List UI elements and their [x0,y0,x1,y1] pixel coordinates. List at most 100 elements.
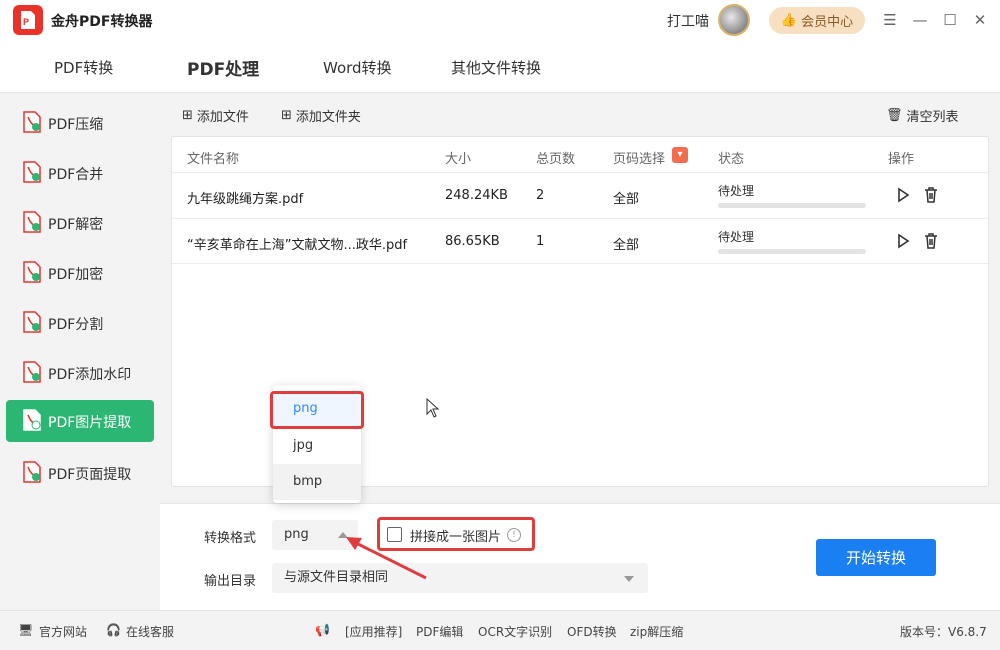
header-name: 文件名称 [187,152,240,167]
delete-icon[interactable] [922,232,940,250]
file-pages: 2 [536,188,545,203]
add-file-button[interactable]: ⊞ 添加文件 [182,106,249,125]
add-file-icon: ⊞ [182,108,193,123]
file-name: “辛亥革命在上海”文献文物...政华.pdf [187,238,408,253]
chevron-down-icon [624,576,634,582]
vip-center-label: 会员中心 [801,15,854,30]
sidebar-item-label: PDF加密 [48,267,104,283]
menu-icon[interactable]: ☰ [880,10,900,30]
file-size: 86.65KB [445,234,500,249]
sidebar-item-label: PDF添加水印 [48,367,132,383]
sidebar-item-label: PDF合并 [48,167,104,183]
vip-crown-icon: ▾ [672,147,688,163]
add-folder-icon: ⊞ [281,108,292,123]
version-label: 版本号：V6.8.7 [900,625,987,639]
sidebar-item-merge[interactable]: PDF合并 [6,152,154,194]
tab-other-convert[interactable]: 其他文件转换 [451,57,541,78]
pdf-icon [23,161,41,183]
status-text: 待处理 [718,184,755,198]
headset-icon: 🎧 [106,623,121,637]
sidebar-item-label: PDF解密 [48,217,104,233]
tab-pdf-process[interactable]: PDF处理 [187,55,260,84]
pdf-icon [23,111,41,133]
mouse-cursor-icon [426,398,440,418]
progress-bar [718,249,866,254]
vip-center-button[interactable]: 👍 会员中心 [769,7,865,34]
tab-pdf-convert[interactable]: PDF转换 [54,57,113,78]
output-label: 输出目录 [204,574,257,589]
megaphone-icon: 📢 [315,623,330,637]
app-logo: P [13,5,43,35]
app-recommend-label: [应用推荐] [345,625,403,639]
play-icon[interactable] [894,232,912,250]
page-select[interactable]: 全部 [613,188,639,207]
zip-link[interactable]: zip解压缩 [630,623,683,640]
pdf-icon [23,461,41,483]
trash-icon: 🗑 [886,108,903,123]
table-row[interactable]: 九年级跳绳方案.pdf 248.24KB 2 全部 待处理 [172,172,988,218]
clear-list-button[interactable]: 🗑 清空列表 [886,106,959,125]
status-text: 待处理 [718,230,755,244]
online-support-link[interactable]: 在线客服 [126,623,174,640]
sidebar-item-image-extract[interactable]: PDF图片提取 [6,400,154,442]
format-label: 转换格式 [204,531,257,546]
maximize-icon[interactable]: ☐ [940,10,960,30]
format-value: png [284,527,309,542]
header-size: 大小 [445,152,472,167]
file-pages: 1 [536,234,545,249]
pdf-icon [23,211,41,233]
status-bar: 🖥 官方网站 🎧 在线客服 📢 [应用推荐] PDF编辑 OCR文字识别 OFD… [0,610,1000,650]
options-panel: 转换格式 png 拼接成一张图片 ! 输出目录 与源文件目录相同 开始转换 [160,503,1000,610]
ofd-convert-link[interactable]: OFD转换 [567,623,617,640]
sidebar-item-split[interactable]: PDF分割 [6,302,154,344]
thumbs-up-icon: 👍 [780,13,798,28]
svg-text:P: P [23,17,29,27]
sidebar-item-decrypt[interactable]: PDF解密 [6,202,154,244]
add-folder-button[interactable]: ⊞ 添加文件夹 [281,106,361,125]
add-file-label: 添加文件 [196,110,249,125]
header-page-select: 页码选择 [613,152,666,167]
sidebar-item-label: PDF压缩 [48,117,104,133]
pdf-icon [23,311,41,333]
app-title: 金舟PDF转换器 [51,14,153,30]
monitor-icon: 🖥 [18,623,34,637]
add-folder-label: 添加文件夹 [295,110,361,125]
minimize-icon[interactable]: — [910,10,930,30]
info-icon[interactable]: ! [507,528,521,542]
tab-word-convert[interactable]: Word转换 [323,57,392,78]
pdf-icon [23,261,41,283]
close-icon[interactable]: ✕ [970,10,990,30]
highlight-box [270,391,364,429]
pdf-icon [23,361,41,383]
pdf-edit-link[interactable]: PDF编辑 [416,623,463,640]
official-website-link[interactable]: 官方网站 [39,623,87,640]
pdf-icon [23,409,41,431]
table-row[interactable]: “辛亥革命在上海”文献文物...政华.pdf 86.65KB 1 全部 待处理 [172,218,988,264]
format-option-bmp[interactable]: bmp [273,464,361,500]
sidebar-item-label: PDF分割 [48,317,104,333]
delete-icon[interactable] [922,186,940,204]
progress-bar [718,203,866,208]
output-dir-select[interactable]: 与源文件目录相同 [272,563,648,593]
file-size: 248.24KB [445,188,508,203]
header-pages: 总页数 [536,152,576,167]
sidebar-item-label: PDF页面提取 [48,467,132,483]
main-tabs: PDF转换 PDF处理 Word转换 其他文件转换 [0,40,1000,93]
play-icon[interactable] [894,186,912,204]
sidebar-item-compress[interactable]: PDF压缩 [6,102,154,144]
title-bar: P 金舟PDF转换器 打工喵 👍 会员中心 ☰ — ☐ ✕ [0,0,1000,40]
format-option-jpg[interactable]: jpg [273,428,361,464]
page-select[interactable]: 全部 [613,234,639,253]
sidebar: PDF压缩 PDF合并 PDF解密 PDF加密 PDF分割 PDF添加水印 PD… [0,93,160,610]
clear-list-label: 清空列表 [906,110,959,125]
start-convert-button[interactable]: 开始转换 [816,539,936,576]
arrow-annotation-icon [346,537,427,580]
header-status: 状态 [718,152,745,167]
file-name: 九年级跳绳方案.pdf [187,192,304,207]
ocr-link[interactable]: OCR文字识别 [478,623,552,640]
sidebar-item-watermark[interactable]: PDF添加水印 [6,352,154,394]
username[interactable]: 打工喵 [667,11,709,31]
avatar[interactable] [718,4,750,36]
sidebar-item-page-extract[interactable]: PDF页面提取 [6,452,154,494]
sidebar-item-encrypt[interactable]: PDF加密 [6,252,154,294]
